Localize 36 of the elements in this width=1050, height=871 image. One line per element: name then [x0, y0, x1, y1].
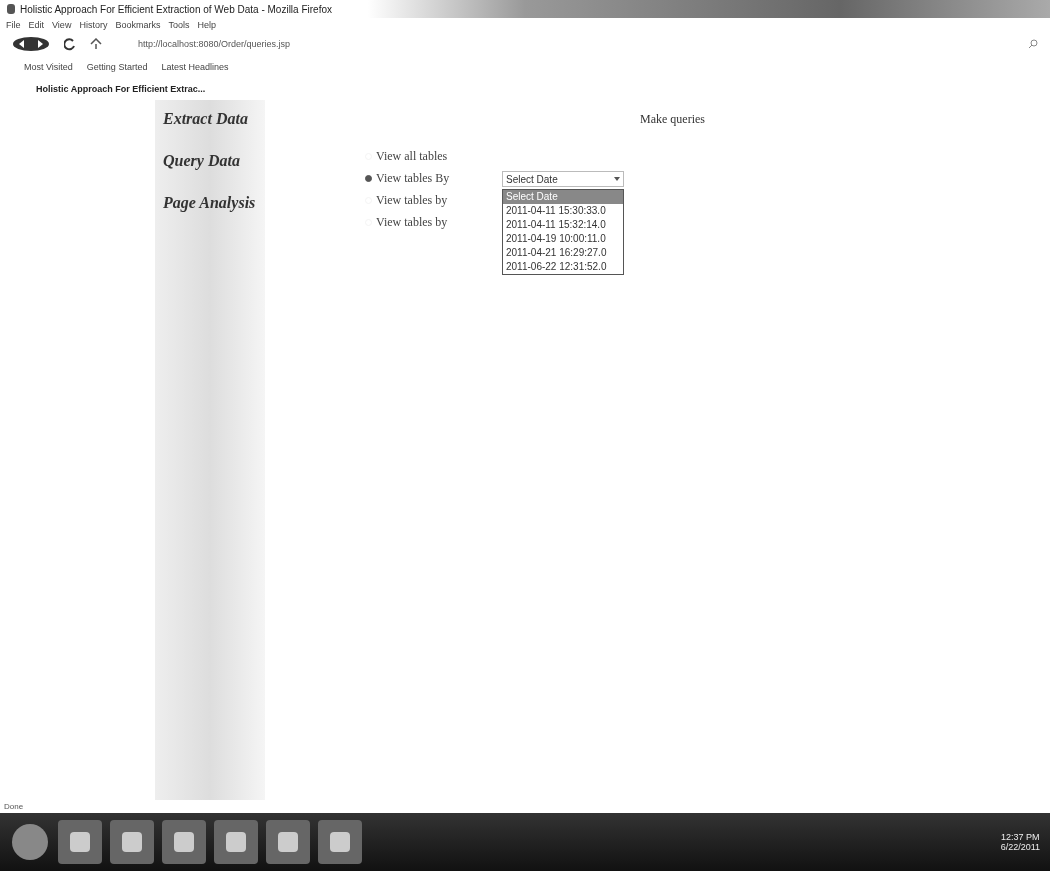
- menu-item[interactable]: View: [52, 20, 72, 30]
- caret-icon: [614, 176, 620, 182]
- bookmark-link[interactable]: Latest Headlines: [161, 62, 229, 72]
- sidebar-link[interactable]: Page Analysis: [155, 194, 265, 212]
- option-label: View tables by: [376, 214, 448, 230]
- clock-date: 6/22/2011: [1000, 842, 1040, 852]
- menu-item[interactable]: Help: [197, 20, 216, 30]
- reload-icon[interactable]: [64, 37, 76, 51]
- window-title: Holistic Approach For Efficient Extraction of Web Data - Mozilla Firefox: [20, 3, 332, 15]
- menu-item[interactable]: File: [6, 20, 21, 30]
- taskbar-app-icon[interactable]: [214, 820, 258, 864]
- status-text: Done: [3, 801, 25, 813]
- page-heading: Make queries: [640, 112, 706, 127]
- start-icon[interactable]: [10, 822, 50, 862]
- taskbar-app-icon[interactable]: [110, 820, 154, 864]
- menu-item[interactable]: Tools: [168, 20, 190, 30]
- radio-button[interactable]: [365, 174, 372, 182]
- option-label: View tables By: [376, 170, 450, 186]
- search-icon[interactable]: [1028, 39, 1038, 49]
- option-label: View tables by: [376, 192, 448, 208]
- sidebar-link[interactable]: Extract Data: [155, 110, 265, 128]
- bookmark-link[interactable]: Getting Started: [86, 62, 148, 72]
- taskbar-app-icon[interactable]: [162, 820, 206, 864]
- menu-item[interactable]: History: [79, 20, 108, 30]
- taskbar-app-icon[interactable]: [266, 820, 310, 864]
- date-select[interactable]: Select Date: [502, 171, 624, 187]
- sidebar-link[interactable]: Query Data: [155, 152, 265, 170]
- menu-item[interactable]: Bookmarks: [115, 20, 161, 30]
- dropdown-option[interactable]: Select Date: [503, 190, 623, 204]
- bookmark-link[interactable]: Most Visited: [24, 62, 73, 72]
- taskbar-app-icon[interactable]: [58, 820, 102, 864]
- taskbar-app-icon[interactable]: [318, 820, 362, 864]
- back-forward-icon[interactable]: [12, 36, 50, 52]
- clock-time: 12:37 PM: [1001, 832, 1040, 842]
- option-label: View all tables: [376, 148, 448, 164]
- menu-item[interactable]: Edit: [28, 20, 45, 30]
